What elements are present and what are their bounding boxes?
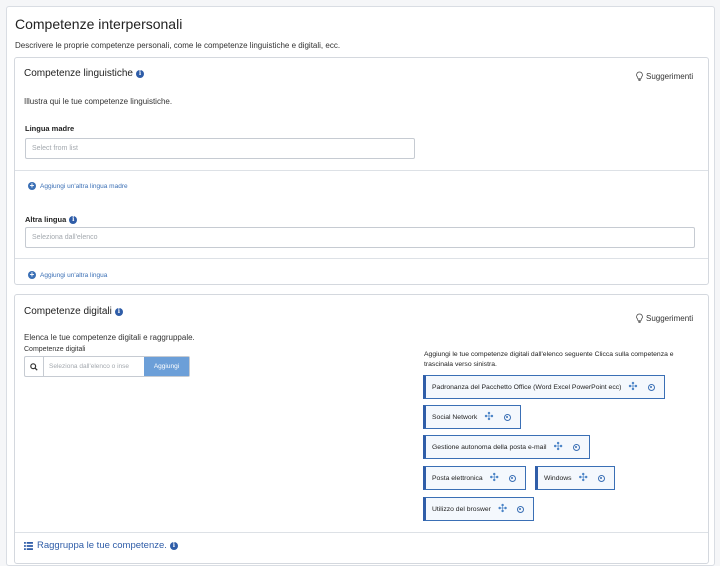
mother-tongue-select[interactable]: Select from list [25,138,415,159]
remove-circle-icon[interactable] [647,383,655,391]
move-arrows-icon[interactable]: ✣ [490,473,499,484]
mother-tongue-label: Lingua madre [25,124,75,133]
chip-label: Windows [544,474,572,482]
digital-skill-chip[interactable]: Padronanza del Pacchetto Office (Word Ex… [423,375,665,399]
add-other-language-text: Aggiungi un'altra lingua [40,271,108,279]
digital-skill-chip[interactable]: Social Network ✣ [423,405,521,429]
lightbulb-icon [636,313,643,323]
digital-skills-hint: Aggiungi le tue competenze digitali dall… [424,351,674,368]
other-language-label: Altra lingua i [25,215,78,224]
digital-skill-chip[interactable]: Posta elettronica ✣ [423,466,526,490]
digital-skills-search: Seleziona dall'elenco o inse Aggiungi [24,356,190,377]
digital-skill-chip[interactable]: Gestione autonoma della posta e-mail ✣ [423,435,590,459]
digital-skill-chip[interactable]: Windows ✣ [535,466,615,490]
other-language-select[interactable]: Seleziona dall'elenco [25,227,695,248]
linguistic-description: Illustra qui le tue competenze linguisti… [24,97,173,106]
remove-circle-icon[interactable] [597,474,605,482]
suggestions-link-linguistic[interactable]: Suggerimenti [635,71,693,82]
digital-skills-section: Competenze digitali i Suggerimenti Elenca… [14,294,709,564]
move-arrows-icon[interactable]: ✣ [628,382,637,393]
info-icon[interactable]: i [114,308,123,316]
linguistic-title-text: Competenze linguistiche [24,68,133,79]
suggestions-link-digital[interactable]: Suggerimenti [635,313,693,324]
linguistic-skills-section: Competenze linguistiche i Suggerimenti Il… [14,57,709,285]
digital-description: Elenca le tue competenze digitali e ragg… [24,333,195,342]
digital-skills-input[interactable]: Seleziona dall'elenco o inse [44,357,144,376]
list-icon [24,541,33,550]
add-mother-tongue-link[interactable]: + Aggiungi un'altra lingua madre [28,182,128,190]
plus-circle-icon: + [28,270,36,279]
digital-section-title: Competenze digitali i [24,306,123,317]
other-language-label-text: Altra lingua [25,215,67,224]
move-arrows-icon[interactable]: ✣ [484,412,493,423]
add-mother-tongue-text: Aggiungi un'altra lingua madre [40,182,128,190]
remove-circle-icon[interactable] [517,505,525,513]
divider [15,532,708,533]
add-other-language-link[interactable]: + Aggiungi un'altra lingua [28,271,107,279]
linguistic-section-title: Competenze linguistiche i [24,68,144,79]
chip-label: Social Network [432,413,478,421]
info-icon[interactable]: i [135,70,144,78]
digital-skill-chip[interactable]: Utilizzo del broswer ✣ [423,497,535,521]
remove-circle-icon[interactable] [508,474,516,482]
divider [15,258,708,259]
search-icon [25,357,44,376]
page-description: Descrivere le proprie competenze persona… [15,41,341,50]
info-icon[interactable]: i [169,541,178,550]
move-arrows-icon[interactable]: ✣ [498,504,507,515]
lightbulb-icon [636,71,643,81]
remove-circle-icon[interactable] [572,443,580,451]
group-skills-text: Raggruppa le tue competenze. [37,540,167,551]
divider [15,170,708,171]
group-skills-toggle[interactable]: Raggruppa le tue competenze. i [24,540,178,551]
move-arrows-icon[interactable]: ✣ [579,473,588,484]
chip-label: Gestione autonoma della posta e-mail [432,443,547,451]
remove-circle-icon[interactable] [503,413,511,421]
page-title: Competenze interpersonali [15,16,183,32]
digital-title-text: Competenze digitali [24,306,112,317]
move-arrows-icon[interactable]: ✣ [553,442,562,453]
info-icon[interactable]: i [69,216,78,224]
digital-skills-field-label: Competenze digitali [24,346,86,353]
suggestions-label: Suggerimenti [646,72,694,81]
suggestions-label: Suggerimenti [646,314,694,323]
chip-label: Utilizzo del broswer [432,505,491,513]
add-digital-skill-button[interactable]: Aggiungi [144,357,189,376]
interpersonal-skills-panel: Competenze interpersonali Descrivere le … [6,6,715,566]
chip-label: Padronanza del Pacchetto Office (Word Ex… [432,383,622,391]
chip-label: Posta elettronica [432,474,483,482]
plus-circle-icon: + [28,181,36,190]
